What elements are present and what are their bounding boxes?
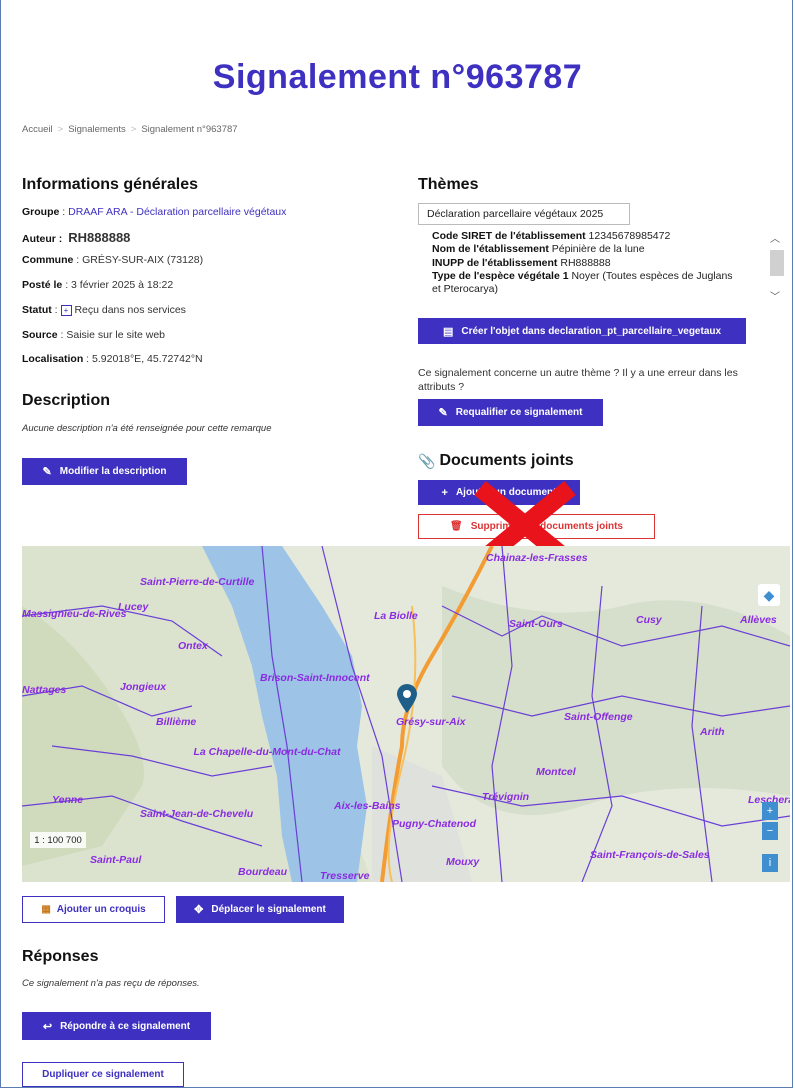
themes-heading: Thèmes xyxy=(418,176,479,193)
map-label: Massignieu-de-Rives xyxy=(22,608,127,620)
map-label: Bourdeau xyxy=(238,866,288,878)
map-label: Saint-Pierre-de-Curtille xyxy=(140,576,255,588)
reply-icon: ↩ xyxy=(42,1020,53,1033)
layers-icon[interactable]: ◆ xyxy=(758,584,780,606)
map-label: Ontex xyxy=(178,640,208,652)
auteur-line: Auteur : RH888888 xyxy=(22,230,131,245)
map-label: Billième xyxy=(156,716,197,728)
map-label: Mouxy xyxy=(446,856,480,868)
map-scale: 1 : 100 700 xyxy=(30,832,86,848)
groupe-link[interactable]: DRAAF ARA - Déclaration parcellaire végé… xyxy=(68,206,286,218)
zoom-out-button[interactable]: − xyxy=(762,822,778,840)
location-pin-icon[interactable] xyxy=(396,684,418,714)
responses-text: Ce signalement n'a pas reçu de réponses. xyxy=(22,978,200,989)
map-label: Allèves xyxy=(740,614,777,626)
requalify-text: Ce signalement concerne un autre thème ?… xyxy=(418,367,738,393)
map-label: Nattages xyxy=(22,684,67,696)
map-background xyxy=(22,546,790,882)
database-icon: ▤ xyxy=(442,325,454,338)
map-label: Saint-François-de-Sales xyxy=(590,849,710,861)
map-label: Cusy xyxy=(636,614,662,626)
attr-nom: Nom de l'établissement Pépinière de la l… xyxy=(432,243,645,256)
create-object-button[interactable]: ▤ Créer l'objet dans declaration_pt_parce… xyxy=(418,318,746,344)
theme-tab[interactable]: Déclaration parcellaire végétaux 2025 xyxy=(418,203,630,225)
info-heading: Informations générales xyxy=(22,176,199,193)
map-label: Jongieux xyxy=(120,681,167,693)
breadcrumb: Accueil > Signalements > Signalement n°96378… xyxy=(22,124,238,135)
move-icon: ✥ xyxy=(194,904,204,916)
localisation-line: Localisation : 5.92018°E, 45.72742°N xyxy=(22,353,203,365)
commune-line: Commune : GRÉSY-SUR-AIX (73128) xyxy=(22,254,204,266)
move-report-button[interactable]: ✥ Déplacer le signalement xyxy=(176,896,344,923)
breadcrumb-home[interactable]: Accueil xyxy=(22,124,53,135)
requalify-button[interactable]: ✎ Requalifier ce signalement xyxy=(418,399,603,426)
duplicate-button[interactable]: Dupliquer ce signalement xyxy=(22,1062,184,1087)
map-label: La Chapelle-du-Mont-du-Chat xyxy=(193,746,341,758)
scroll-up-icon[interactable]: ︿ xyxy=(770,230,780,245)
map-label: Saint-Jean-de-Chevelu xyxy=(140,808,254,820)
page-title: Signalement n°963787 xyxy=(212,58,583,96)
documents-heading: 📎 Documents joints xyxy=(418,452,574,469)
source-line: Source : Saisie sur le site web xyxy=(22,329,166,341)
map-view[interactable]: Saint-Pierre-de-Curtille Lucey La Biolle… xyxy=(22,546,790,882)
attr-inupp: INUPP de l'établissement RH888888 xyxy=(432,256,611,269)
breadcrumb-current: Signalement n°963787 xyxy=(141,124,238,135)
map-label: Montcel xyxy=(536,766,576,778)
edit-description-button[interactable]: ✎ Modifier la description xyxy=(22,458,187,485)
zoom-in-button[interactable]: + xyxy=(762,802,778,820)
responses-heading: Réponses xyxy=(22,948,99,965)
description-heading: Description xyxy=(22,392,111,409)
map-label: Arith xyxy=(700,726,725,738)
map-label: La Biolle xyxy=(374,610,418,622)
statut-icon: + xyxy=(60,305,72,316)
map-label: Brison-Saint-Innocent xyxy=(260,672,370,684)
map-label: Grésy-sur-Aix xyxy=(396,716,466,728)
map-label: Trévignin xyxy=(482,791,530,803)
map-label: Aix-les-Bains xyxy=(334,800,401,812)
reply-button[interactable]: ↩ Répondre à ce signalement xyxy=(22,1012,211,1040)
attr-siret: Code SIRET de l'établissement 1234567898… xyxy=(432,230,671,242)
add-sketch-button[interactable]: ▦ Ajouter un croquis xyxy=(22,896,165,923)
edit-icon: ✎ xyxy=(438,407,448,419)
auteur-value: RH888888 xyxy=(68,230,131,245)
sketch-icon: ▦ xyxy=(41,904,51,915)
poste-line: Posté le : 3 février 2025 à 18:22 xyxy=(22,279,174,291)
map-label: Tresserve xyxy=(320,870,370,882)
page-frame xyxy=(0,0,793,1088)
groupe-line: Groupe : DRAAF ARA - Déclaration parcell… xyxy=(22,206,287,218)
attributes-scrollbar[interactable]: ︿ ﹀ xyxy=(768,230,786,306)
scroll-thumb[interactable] xyxy=(770,250,784,276)
map-label: Saint-Paul xyxy=(90,854,142,866)
paperclip-icon: 📎 xyxy=(418,452,436,469)
breadcrumb-signalements[interactable]: Signalements xyxy=(68,124,126,135)
theme-attributes: Code SIRET de l'établissement 1234567898… xyxy=(432,230,762,296)
map-label: Saint-Offenge xyxy=(564,711,633,723)
description-text: Aucune description n'a été renseignée po… xyxy=(22,423,272,434)
map-label: Saint-Ours xyxy=(509,618,563,630)
map-label: Yenne xyxy=(52,794,84,806)
trash-icon: 🗑 xyxy=(450,521,463,532)
map-info-button[interactable]: i xyxy=(762,854,778,872)
statut-line: Statut : + Reçu dans nos services xyxy=(22,304,186,316)
plus-icon: + xyxy=(441,486,448,499)
map-label: Chainaz-les-Frasses xyxy=(486,552,588,564)
attr-espece: Type de l'espèce végétale 1 Noyer (Toute… xyxy=(432,269,733,296)
scroll-down-icon[interactable]: ﹀ xyxy=(770,288,780,303)
map-label: Pugny-Chatenod xyxy=(392,818,476,830)
pencil-icon: ✎ xyxy=(42,466,52,478)
